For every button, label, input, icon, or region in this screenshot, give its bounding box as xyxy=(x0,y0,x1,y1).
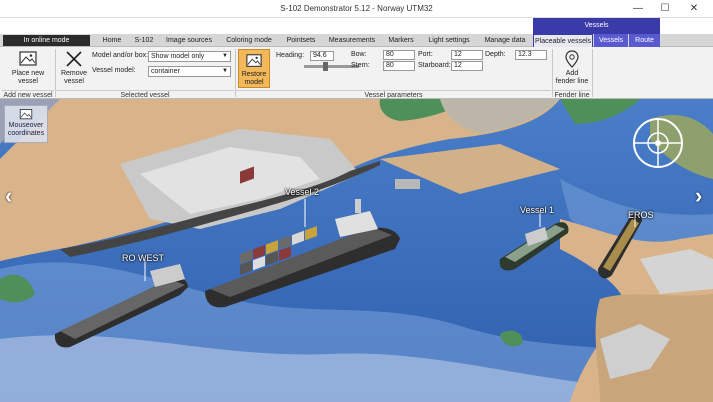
model-box-select[interactable]: Show model only ▼ xyxy=(148,51,231,62)
port-label: Port: xyxy=(418,51,433,58)
vessel-2-label: Vessel 2 xyxy=(285,187,320,197)
nav-right-arrow-icon[interactable]: › xyxy=(695,183,702,209)
group-fender-line: Fender line xyxy=(553,90,591,99)
mouseover-coordinates-button[interactable]: Mouseover coordinates xyxy=(4,105,48,143)
vessel-model-select[interactable]: container ▼ xyxy=(148,66,231,77)
starboard-input[interactable]: 12 xyxy=(451,61,483,71)
add-fender-line-label: Add fender line xyxy=(555,70,589,85)
tab-coloring-mode[interactable]: Coloring mode xyxy=(222,34,276,47)
tab-manage-data[interactable]: Manage data xyxy=(480,34,530,47)
depth-input[interactable]: 12.3 xyxy=(515,50,547,60)
tab-pointsets[interactable]: Pointsets xyxy=(282,34,320,47)
group-vessel-parameters: Vessel parameters xyxy=(236,90,551,99)
tab-route[interactable]: Route xyxy=(629,34,660,47)
context-header-vessels: Vessels xyxy=(533,18,660,34)
tab-placeable-vessels[interactable]: Placeable vessels xyxy=(533,34,593,47)
maximize-button[interactable]: ☐ xyxy=(655,2,675,16)
location-pin-icon xyxy=(565,50,579,68)
map-viewport[interactable]: Vessel 2 Vessel 1 RO WEST EROS ‹ › xyxy=(0,99,713,402)
tab-image-sources[interactable]: Image sources xyxy=(163,34,215,47)
tab-home[interactable]: Home xyxy=(97,34,127,47)
model-box-label: Model and/or box: xyxy=(92,52,149,59)
group-add-new-vessel: Add new vessel xyxy=(2,90,54,99)
close-button[interactable]: ✕ xyxy=(684,2,704,16)
tab-markers[interactable]: Markers xyxy=(384,34,418,47)
minimize-button[interactable]: — xyxy=(628,2,648,16)
heading-label: Heading: xyxy=(276,52,305,59)
remove-vessel-label: Remove vessel xyxy=(60,70,88,85)
tab-vessels[interactable]: Vessels xyxy=(594,34,628,47)
nav-left-arrow-icon[interactable]: ‹ xyxy=(5,183,12,209)
starboard-label: Starboard: xyxy=(418,62,451,69)
window-title: S-102 Demonstrator 5.12 - Norway UTM32 xyxy=(280,4,433,13)
mouseover-coordinates-label: Mouseover coordinates xyxy=(7,122,45,137)
chevron-down-icon: ▼ xyxy=(222,53,228,59)
stern-label: Stern: xyxy=(351,62,370,69)
picture-icon xyxy=(19,109,33,120)
group-selected-vessel: Selected vessel xyxy=(56,90,234,99)
title-bar: S-102 Demonstrator 5.12 - Norway UTM32 —… xyxy=(0,0,713,18)
bow-label: Bow: xyxy=(351,51,367,58)
tab-light-settings[interactable]: Light settings xyxy=(423,34,475,47)
port-input[interactable]: 12 xyxy=(451,50,483,60)
restore-model-label: Restore model xyxy=(241,71,267,86)
picture-icon xyxy=(19,51,37,66)
depth-label: Depth: xyxy=(485,51,506,58)
vessel-1-label: Vessel 1 xyxy=(520,205,555,215)
place-new-vessel-button[interactable]: Place new vessel xyxy=(6,50,50,86)
remove-x-icon xyxy=(66,51,82,67)
tab-s102[interactable]: S-102 xyxy=(130,34,158,47)
vessel-model-label: Vessel model: xyxy=(92,67,136,74)
heading-slider-thumb[interactable] xyxy=(323,62,328,71)
stern-input[interactable]: 80 xyxy=(383,61,415,71)
eros-label: EROS xyxy=(628,210,654,220)
ro-west-label: RO WEST xyxy=(122,253,164,263)
mode-indicator: In online mode xyxy=(3,35,90,46)
bow-input[interactable]: 80 xyxy=(383,50,415,60)
chevron-down-icon: ▼ xyxy=(222,68,228,74)
map-scene[interactable] xyxy=(0,99,713,402)
vessel-model-value: container xyxy=(151,68,180,75)
picture-icon xyxy=(246,54,262,67)
heading-input[interactable]: 94.6 xyxy=(310,51,334,61)
remove-vessel-button[interactable]: Remove vessel xyxy=(58,50,90,86)
add-fender-line-button[interactable]: Add fender line xyxy=(555,50,589,86)
place-new-vessel-label: Place new vessel xyxy=(11,70,45,85)
restore-model-button[interactable]: Restore model xyxy=(238,49,270,88)
model-box-value: Show model only xyxy=(151,53,205,60)
tab-measurements[interactable]: Measurements xyxy=(325,34,379,47)
compass-icon[interactable] xyxy=(633,118,683,168)
